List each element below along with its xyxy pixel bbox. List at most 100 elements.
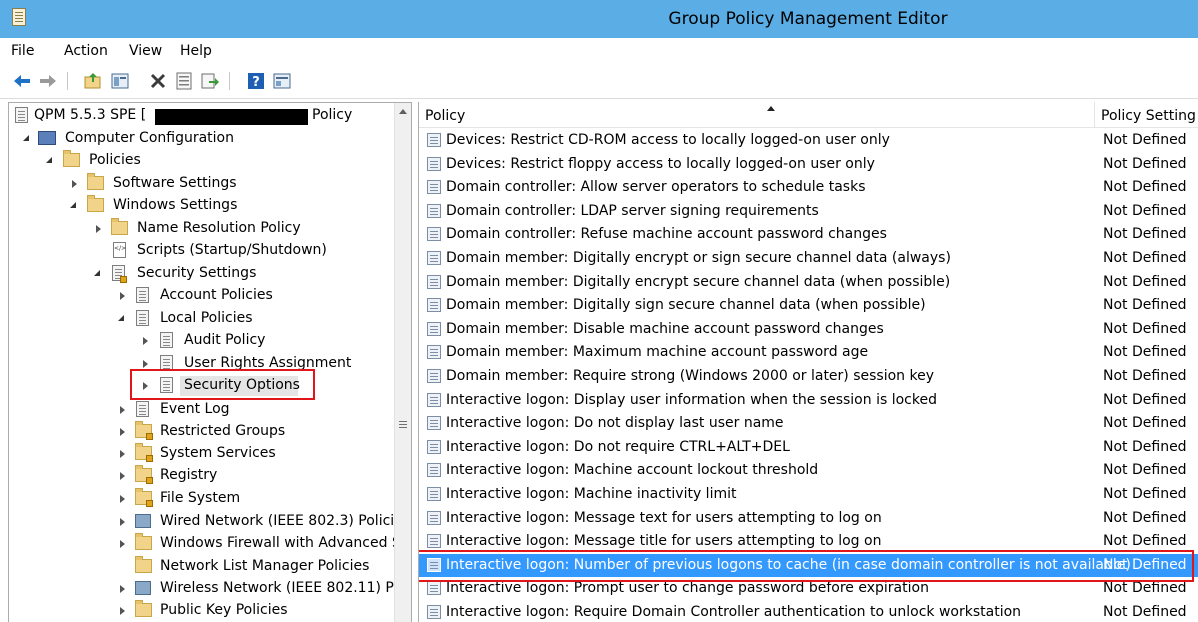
lock-icon (146, 433, 153, 440)
tree-item-registry[interactable]: Registry (9, 465, 394, 487)
policy-name: Interactive logon: Message text for user… (446, 509, 882, 526)
expand-icon[interactable] (120, 406, 125, 414)
policy-name: Interactive logon: Machine account locko… (446, 462, 819, 479)
tree-item-system-services[interactable]: System Services (9, 443, 394, 465)
tree-item-account-policies[interactable]: Account Policies (9, 285, 394, 307)
policy-row[interactable]: Domain member: Require strong (Windows 2… (419, 365, 1198, 388)
tree-item-restricted-groups[interactable]: Restricted Groups (9, 421, 394, 443)
policy-row[interactable]: Devices: Restrict floppy access to local… (419, 153, 1198, 176)
policy-setting: Not Defined (1103, 297, 1187, 314)
export-list-icon[interactable] (200, 71, 220, 91)
tree-item-name-resolution-policy[interactable]: Name Resolution Policy (9, 218, 394, 240)
expand-icon[interactable] (120, 450, 125, 458)
properties-icon[interactable] (174, 71, 194, 91)
expand-icon[interactable] (143, 337, 148, 345)
policy-name: Interactive logon: Display user informat… (446, 391, 937, 408)
delete-icon[interactable] (148, 71, 168, 91)
policy-row[interactable]: Interactive logon: Require Domain Contro… (419, 601, 1198, 622)
tree-item-audit-policy[interactable]: Audit Policy (9, 330, 394, 352)
policy-icon (427, 321, 441, 336)
expand-icon[interactable] (120, 607, 125, 615)
policy-row[interactable]: Domain member: Digitally sign secure cha… (419, 294, 1198, 317)
policy-name: Devices: Restrict floppy access to local… (446, 155, 875, 172)
expand-icon[interactable] (120, 495, 125, 503)
expand-icon[interactable] (120, 540, 125, 548)
policy-setting: Not Defined (1103, 580, 1187, 597)
tree-item-policies[interactable]: Policies (9, 150, 394, 172)
expand-icon[interactable] (120, 428, 125, 436)
expand-icon[interactable] (120, 292, 125, 300)
collapse-icon[interactable] (46, 157, 52, 163)
policy-row[interactable]: Devices: Restrict CD-ROM access to local… (419, 129, 1198, 152)
forward-icon[interactable] (38, 71, 58, 91)
column-header-policy-setting[interactable]: Policy Setting (1095, 102, 1198, 128)
menu-help[interactable]: Help (180, 43, 212, 59)
policy-row[interactable]: Interactive logon: Machine inactivity li… (419, 483, 1198, 506)
policy-row[interactable]: Domain controller: Refuse machine accoun… (419, 223, 1198, 246)
help-icon[interactable]: ? (246, 71, 266, 91)
policy-row[interactable]: Interactive logon: Display user informat… (419, 389, 1198, 412)
policy-row[interactable]: Domain member: Maximum machine account p… (419, 341, 1198, 364)
policy-row[interactable]: Domain member: Digitally encrypt secure … (419, 271, 1198, 294)
tree-item-label: Public Key Policies (160, 602, 288, 618)
tree-item-computer-configuration[interactable]: Computer Configuration (9, 128, 394, 150)
expand-icon[interactable] (120, 518, 125, 526)
tree-item-windows-settings[interactable]: Windows Settings (9, 195, 394, 217)
policy-list[interactable]: Policy Policy Setting Devices: Restrict … (418, 102, 1198, 622)
tree-item-event-log[interactable]: Event Log (9, 399, 394, 421)
scroll-up-icon[interactable] (399, 109, 407, 114)
collapse-icon[interactable] (70, 202, 76, 208)
expand-icon[interactable] (120, 585, 125, 593)
policy-row[interactable]: Interactive logon: Machine account locko… (419, 459, 1198, 482)
policy-setting: Not Defined (1103, 368, 1187, 384)
expand-icon[interactable] (72, 180, 77, 188)
toolbar: ? (0, 64, 1198, 99)
menu-action[interactable]: Action (64, 43, 108, 59)
expand-icon[interactable] (96, 225, 101, 233)
policy-row[interactable]: Domain controller: LDAP server signing r… (419, 200, 1198, 223)
tree-item-file-system[interactable]: File System (9, 488, 394, 510)
policy-icon (427, 203, 441, 218)
window-title: Group Policy Management Editor (668, 9, 948, 29)
console-tree[interactable]: QPM 5.5.3 SPE [ Policy Computer Configur… (8, 102, 412, 622)
policy-icon (427, 487, 441, 501)
show-hide-tree-icon[interactable] (110, 71, 130, 91)
tree-item-scripts[interactable]: Scripts (Startup/Shutdown) (9, 240, 394, 262)
policy-row[interactable]: Interactive logon: Message text for user… (419, 507, 1198, 530)
tree-item-network-list-manager[interactable]: Network List Manager Policies (9, 556, 394, 578)
scroll-grip-icon[interactable] (399, 421, 407, 428)
expand-icon[interactable] (143, 360, 148, 368)
policy-name: Domain controller: LDAP server signing r… (446, 202, 819, 219)
tree-item-public-key-policies[interactable]: Public Key Policies (9, 600, 394, 622)
lock-icon (146, 455, 153, 462)
collapse-icon[interactable] (94, 270, 100, 276)
policy-row[interactable]: Interactive logon: Do not display last u… (419, 412, 1198, 435)
tree-item-windows-firewall[interactable]: Windows Firewall with Advanced S (9, 533, 401, 555)
view-icon[interactable] (272, 71, 292, 91)
scripts-icon (113, 242, 126, 258)
menu-view[interactable]: View (129, 43, 162, 59)
tree-item-wired-network[interactable]: Wired Network (IEEE 802.3) Policies (9, 511, 410, 533)
policy-icon (427, 345, 441, 360)
tree-item-software-settings[interactable]: Software Settings (9, 173, 394, 195)
menu-file[interactable]: File (11, 43, 34, 59)
back-icon[interactable] (12, 71, 32, 91)
tree-scrollbar[interactable] (394, 103, 411, 622)
column-header-policy[interactable]: Policy (419, 102, 1095, 128)
tree-root[interactable]: QPM 5.5.3 SPE [ Policy (9, 105, 394, 127)
policy-row[interactable]: Domain member: Disable machine account p… (419, 318, 1198, 341)
tree-item-local-policies[interactable]: Local Policies (9, 308, 394, 330)
policy-row[interactable]: Interactive logon: Do not require CTRL+A… (419, 436, 1198, 459)
up-folder-icon[interactable] (83, 71, 103, 91)
lock-icon (146, 500, 153, 507)
tree-item-wireless-network[interactable]: Wireless Network (IEEE 802.11) Poli (9, 578, 410, 600)
tree-item-security-settings[interactable]: Security Settings (9, 263, 394, 285)
policy-name: Devices: Restrict CD-ROM access to local… (446, 132, 890, 148)
policy-row[interactable]: Domain member: Digitally encrypt or sign… (419, 247, 1198, 270)
policy-row[interactable]: Domain controller: Allow server operator… (419, 176, 1198, 199)
collapse-icon[interactable] (23, 135, 29, 141)
collapse-icon[interactable] (118, 315, 124, 321)
tree-item-label: Computer Configuration (65, 130, 234, 146)
expand-icon[interactable] (120, 472, 125, 480)
policy-name: Domain member: Maximum machine account p… (446, 344, 869, 361)
